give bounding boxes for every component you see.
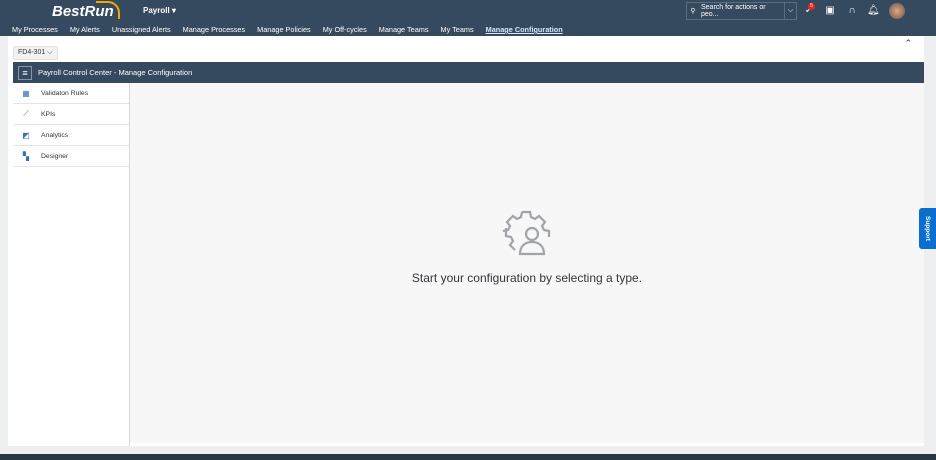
sidebar-item-label: Analytics [41, 131, 69, 139]
main-content: Start your configuration by selecting a … [130, 83, 924, 443]
nav-my-processes[interactable]: My Processes [12, 25, 58, 34]
sidebar-item-designer[interactable]: ▚ Designer [13, 146, 129, 167]
nav-unassigned-alerts[interactable]: Unassigned Alerts [112, 25, 171, 34]
user-avatar[interactable] [889, 3, 905, 19]
collapse-header-icon[interactable]: ⌃ [904, 38, 912, 49]
sidebar-item-kpis[interactable]: ⟋ KPIs [13, 104, 129, 125]
nav-my-alerts[interactable]: My Alerts [70, 25, 100, 34]
nav-manage-policies[interactable]: Manage Policies [257, 25, 311, 34]
shell-bar: BestRun Payroll ▾ My Processes My Alerts… [0, 0, 936, 36]
nav-manage-configuration[interactable]: Manage Configuration [486, 25, 563, 34]
designer-icon: ▚ [22, 151, 30, 161]
notification-badge: 5 [808, 3, 815, 10]
search-placeholder: Search for actions or peo... [701, 4, 766, 18]
gear-person-icon [502, 210, 551, 256]
sidebar-item-label: Designer [41, 152, 69, 160]
hamburger-menu-icon[interactable]: ≡ [18, 65, 32, 80]
headset-icon[interactable]: ∩ [846, 5, 858, 16]
sidebar-item-label: KPIs [41, 110, 56, 118]
sidebar-item-validation-rules[interactable]: ▦ Validaton Rules [13, 83, 129, 104]
page-title: Payroll Control Center - Manage Configur… [38, 68, 193, 77]
search-icon: ⚲ [690, 8, 696, 15]
cloud-icon [96, 1, 120, 19]
app-title-menu[interactable]: Payroll ▾ [143, 6, 176, 15]
top-nav: My Processes My Alerts Unassigned Alerts… [12, 25, 563, 34]
nav-manage-processes[interactable]: Manage Processes [183, 25, 245, 34]
system-selector[interactable]: FD4-301 ⌵ [13, 46, 58, 60]
support-button[interactable]: Support [919, 208, 936, 249]
nav-my-off-cycles[interactable]: My Off-cycles [323, 25, 367, 34]
sidebar-item-analytics[interactable]: ◩ Analytics [13, 125, 129, 146]
sidebar-item-label: Validaton Rules [41, 89, 89, 97]
sidebar: ▦ Validaton Rules ⟋ KPIs ◩ Analytics ▚ Desig… [13, 83, 130, 446]
search-input[interactable]: ⚲ Search for actions or peo... ⌵ [686, 2, 797, 20]
empty-state-message: Start your configuration by selecting a … [411, 271, 643, 285]
taskbar-strip [0, 454, 936, 460]
search-dropdown-button[interactable]: ⌵ [784, 3, 796, 19]
rules-icon: ▦ [22, 88, 30, 98]
page-content: FD4-301 ⌵ ⌃ ≡ Payroll Control Center - M… [8, 36, 924, 446]
analytics-icon: ◩ [22, 130, 30, 140]
kpi-chart-icon: ⟋ [23, 109, 29, 118]
chat-icon[interactable]: ▣ [824, 5, 836, 16]
nav-manage-teams[interactable]: Manage Teams [379, 25, 429, 34]
page-title-bar: ≡ Payroll Control Center - Manage Config… [13, 62, 924, 83]
bestrun-logo[interactable]: BestRun [52, 1, 120, 20]
bell-icon[interactable]: 🔔︎ [867, 5, 880, 16]
nav-my-teams[interactable]: My Teams [441, 25, 474, 34]
